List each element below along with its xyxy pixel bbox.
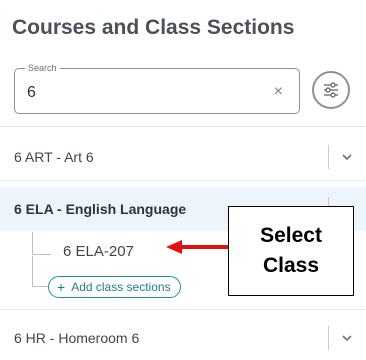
tree-connector	[32, 232, 51, 255]
search-field[interactable]: Search ×	[14, 62, 300, 114]
close-icon[interactable]: ×	[274, 82, 283, 102]
callout-line-2: Class	[262, 254, 320, 277]
class-section-item[interactable]: 6 ELA-207	[63, 243, 134, 260]
sliders-icon	[324, 82, 338, 98]
chevron-down-icon[interactable]	[340, 150, 354, 164]
add-class-sections-button[interactable]: + Add class sections	[48, 276, 181, 298]
divider	[0, 309, 366, 310]
course-row-art[interactable]: 6 ART - Art 6	[0, 135, 366, 179]
chevron-down-icon[interactable]	[340, 331, 354, 345]
separator	[328, 326, 329, 350]
course-label: 6 ART - Art 6	[14, 149, 94, 165]
page-title: Courses and Class Sections	[12, 16, 295, 39]
course-label: 6 ELA - English Language	[14, 201, 187, 217]
plus-icon: +	[57, 279, 66, 295]
tree-connector	[32, 256, 49, 287]
search-input[interactable]	[27, 83, 267, 103]
search-legend: Search	[25, 62, 60, 74]
divider	[0, 180, 366, 181]
course-row-hr[interactable]: 6 HR - Homeroom 6	[0, 316, 366, 360]
add-class-sections-label: Add class sections	[71, 280, 171, 294]
annotation-arrow	[166, 240, 228, 254]
course-label: 6 HR - Homeroom 6	[14, 330, 140, 346]
annotation-callout: Select Class	[228, 206, 354, 296]
divider	[0, 126, 366, 127]
callout-line-1: Select	[260, 224, 322, 247]
separator	[328, 145, 329, 169]
filter-button[interactable]	[312, 71, 350, 109]
